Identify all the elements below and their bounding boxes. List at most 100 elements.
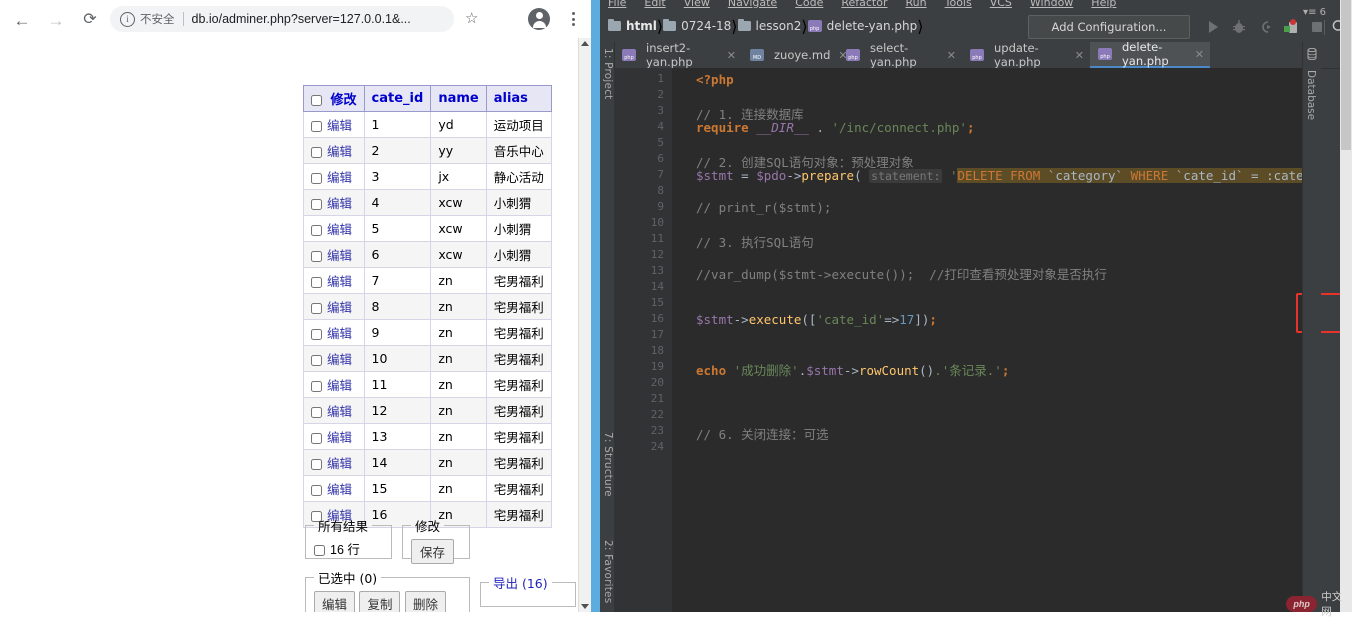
edit-link[interactable]: 编辑 (327, 300, 352, 315)
editor-tab-delete-yan-php[interactable]: delete-yan.php ✕ (1090, 40, 1210, 68)
edit-link[interactable]: 编辑 (327, 196, 352, 211)
row-edit-cell[interactable]: 编辑 (303, 267, 365, 294)
menu-navigate[interactable]: Navigate (728, 0, 777, 9)
table-row[interactable]: 编辑 4 xcw 小刺猬 (303, 189, 552, 216)
edit-link[interactable]: 编辑 (327, 170, 352, 185)
code-editor[interactable]: 1 2 3 4 5 6 7 8 9 10 11 12 13 14 15 16 17 18 19 20 21 22 23 24 … (614, 68, 1316, 612)
page-scrollbar[interactable] (578, 38, 592, 612)
row-count-label[interactable]: 16 行 (314, 543, 360, 557)
row-edit-cell[interactable]: 编辑 (303, 163, 365, 190)
menu-tools[interactable]: Tools (945, 0, 972, 9)
menu-code[interactable]: Code (795, 0, 823, 9)
th-cate-id[interactable]: cate_id (363, 85, 432, 112)
row-checkbox[interactable] (311, 251, 322, 262)
scroll-up-icon[interactable] (581, 41, 589, 46)
row-edit-cell[interactable]: 编辑 (303, 293, 365, 320)
edit-link[interactable]: 编辑 (327, 326, 352, 341)
tool-button-project[interactable]: 1: Project (600, 48, 614, 99)
run-icon[interactable] (1204, 18, 1222, 36)
star-icon[interactable]: ☆ (465, 9, 478, 27)
code-content[interactable]: <?php // 1. 连接数据库 require __DIR__ . '/in… (672, 68, 1304, 612)
select-all-checkbox[interactable] (311, 95, 322, 106)
row-checkbox[interactable] (311, 381, 322, 392)
menu-refactor[interactable]: Refactor (841, 0, 887, 9)
edit-link[interactable]: 编辑 (327, 222, 352, 237)
close-icon[interactable]: ✕ (727, 49, 736, 62)
address-bar[interactable]: i 不安全 db.io/adminer.php?server=127.0.0.1… (110, 6, 454, 32)
edit-link[interactable]: 编辑 (327, 378, 352, 393)
row-edit-cell[interactable]: 编辑 (303, 215, 365, 242)
profile-run-icon[interactable] (1282, 18, 1300, 36)
table-row[interactable]: 编辑 5 xcw 小刺猬 (303, 215, 552, 242)
menu-vcs[interactable]: VCS (990, 0, 1012, 9)
table-row[interactable]: 编辑 11 zn 宅男福利 (303, 371, 552, 398)
row-edit-cell[interactable]: 编辑 (303, 449, 365, 476)
menu-file[interactable]: File (608, 0, 626, 9)
tool-button-structure[interactable]: 7: Structure (600, 432, 614, 497)
three-dot-menu-icon[interactable] (563, 8, 583, 30)
close-icon[interactable]: ✕ (947, 49, 956, 62)
coverage-icon[interactable] (1256, 18, 1274, 36)
close-icon[interactable]: ✕ (1075, 49, 1084, 62)
back-icon[interactable]: ← (10, 8, 34, 32)
row-edit-cell[interactable]: 编辑 (303, 319, 365, 346)
menu-window[interactable]: Window (1030, 0, 1073, 9)
ide-window-scrollbar[interactable] (1340, 0, 1352, 612)
row-checkbox[interactable] (311, 433, 322, 444)
row-checkbox[interactable] (311, 199, 322, 210)
close-icon[interactable]: ✕ (1195, 48, 1204, 61)
row-edit-cell[interactable]: 编辑 (303, 397, 365, 424)
row-checkbox[interactable] (311, 329, 322, 340)
export-legend[interactable]: 导出 (16) (489, 573, 552, 592)
row-edit-cell[interactable]: 编辑 (303, 241, 365, 268)
row-checkbox[interactable] (311, 355, 322, 366)
table-row[interactable]: 编辑 2 yy 音乐中心 (303, 137, 552, 164)
row-checkbox[interactable] (311, 303, 322, 314)
th-name[interactable]: name (430, 85, 487, 112)
breadcrumb-item-html[interactable]: html (608, 18, 657, 33)
edit-link[interactable]: 编辑 (327, 144, 352, 159)
profile-icon[interactable] (528, 8, 550, 30)
edit-link[interactable]: 编辑 (327, 248, 352, 263)
row-checkbox[interactable] (311, 121, 322, 132)
row-edit-cell[interactable]: 编辑 (303, 371, 365, 398)
edit-link[interactable]: 编辑 (327, 482, 352, 497)
tool-button-database[interactable]: Database (1305, 70, 1317, 120)
table-row[interactable]: 编辑 15 zn 宅男福利 (303, 475, 552, 502)
row-checkbox[interactable] (311, 225, 322, 236)
row-checkbox[interactable] (311, 485, 322, 496)
edit-link[interactable]: 编辑 (327, 404, 352, 419)
table-row[interactable]: 编辑 14 zn 宅男福利 (303, 449, 552, 476)
table-row[interactable]: 编辑 9 zn 宅男福利 (303, 319, 552, 346)
editor-tab-update-yan-php[interactable]: update-yan.php ✕ (962, 41, 1090, 69)
editor-tab-zuoye-md[interactable]: zuoye.md✕ (742, 42, 848, 68)
th-edit[interactable]: 修改 (303, 85, 365, 112)
save-button[interactable]: 保存 (411, 539, 455, 564)
th-alias[interactable]: alias (485, 85, 552, 112)
row-checkbox[interactable] (311, 147, 322, 158)
row-checkbox[interactable] (311, 407, 322, 418)
all-rows-checkbox[interactable] (314, 545, 325, 557)
breadcrumb-item-delete-yan-php[interactable]: delete-yan.php (807, 19, 917, 33)
row-checkbox[interactable] (311, 173, 322, 184)
row-edit-cell[interactable]: 编辑 (303, 345, 365, 372)
row-edit-cell[interactable]: 编辑 (303, 423, 365, 450)
scrollbar-thumb[interactable] (1341, 0, 1351, 150)
menu-run[interactable]: Run (906, 0, 927, 9)
menu-help[interactable]: Help (1091, 0, 1116, 9)
table-row[interactable]: 编辑 8 zn 宅男福利 (303, 293, 552, 320)
row-checkbox[interactable] (311, 459, 322, 470)
row-edit-cell[interactable]: 编辑 (303, 475, 365, 502)
scroll-down-icon[interactable] (581, 604, 589, 609)
copy-selected-button[interactable]: 复制 (359, 591, 401, 612)
row-edit-cell[interactable]: 编辑 (303, 111, 365, 138)
menu-edit[interactable]: Edit (644, 0, 665, 9)
table-row[interactable]: 编辑 1 yd 运动项目 (303, 111, 552, 138)
table-row[interactable]: 编辑 7 zn 宅男福利 (303, 267, 552, 294)
info-circle-icon[interactable]: i (120, 11, 135, 27)
add-configuration-button[interactable]: Add Configuration... (1028, 15, 1190, 39)
delete-selected-button[interactable]: 删除 (404, 591, 446, 612)
edit-link[interactable]: 编辑 (327, 274, 352, 289)
table-row[interactable]: 编辑 10 zn 宅男福利 (303, 345, 552, 372)
forward-icon[interactable]: → (44, 8, 68, 32)
